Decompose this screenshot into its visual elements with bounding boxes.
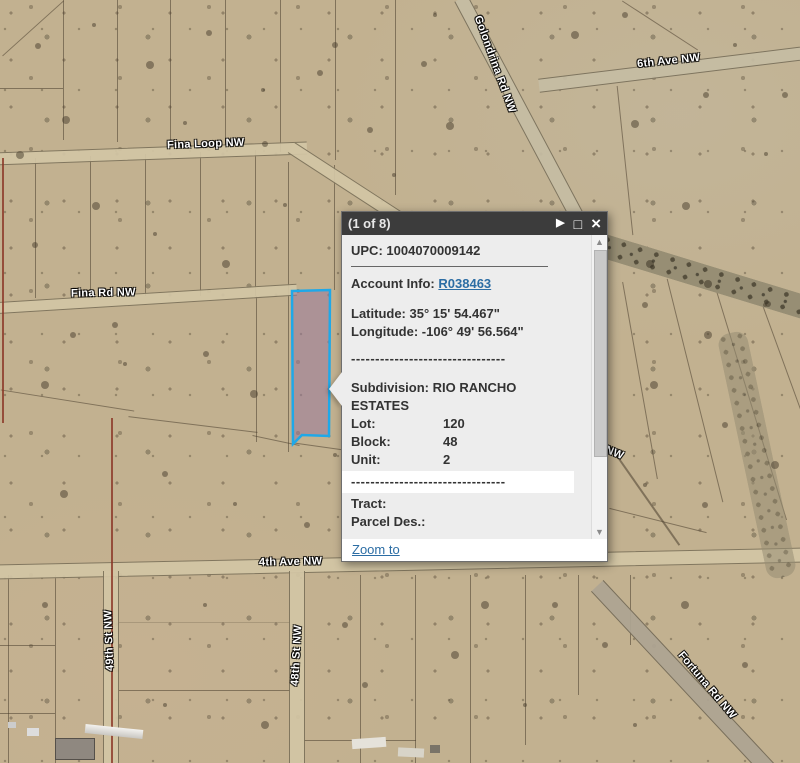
lot-value: 120 [443,415,465,433]
unit-label: Unit: [351,451,443,469]
zoom-to-link[interactable]: Zoom to [352,542,400,557]
dashed-divider-white: -------------------------------- [342,471,574,493]
block-label: Block: [351,433,443,451]
dashed-divider: -------------------------------- [351,350,548,368]
popup-scrollbar[interactable]: ▲ ▼ [591,235,607,539]
popup-content: UPC: 1004070009142 Account Info: R038463… [342,235,574,561]
popup-body: UPC: 1004070009142 Account Info: R038463… [342,235,607,561]
subdivision-row: Subdivision: RIO RANCHO ESTATES [351,379,548,415]
longitude-row: Longitude: -106° 49' 56.564" [351,323,548,341]
popup-pager-label: (1 of 8) [348,216,547,231]
longitude-value: -106° 49' 56.564" [422,324,524,339]
lot-row: Lot: 120 [351,415,548,433]
subdivision-label: Subdivision: [351,380,429,395]
next-feature-icon[interactable]: ▶ [556,218,564,229]
account-row: Account Info: R038463 [351,275,548,293]
upc-row: UPC: 1004070009142 [351,242,548,260]
scroll-down-icon[interactable]: ▼ [592,527,607,537]
upc-value: 1004070009142 [386,243,480,258]
selected-parcel[interactable] [292,290,330,444]
parcel-info-popup: (1 of 8) ▶ □ × UPC: 1004070009142 Accoun… [341,211,608,562]
latitude-row: Latitude: 35° 15' 54.467" [351,305,548,323]
account-label: Account Info: [351,276,435,291]
lot-label: Lot: [351,415,443,433]
maximize-icon[interactable]: □ [574,217,582,231]
scroll-up-icon[interactable]: ▲ [592,237,607,247]
map-canvas[interactable]: Fina Loop NW Fina Rd NW 6th Ave NW Golon… [0,0,800,763]
tract-label: Tract: [351,495,548,513]
popup-footer: Zoom to [342,539,607,561]
longitude-label: Longitude: [351,324,418,339]
latitude-label: Latitude: [351,306,406,321]
popup-pointer [329,372,342,406]
unit-row: Unit: 2 [351,451,548,469]
block-row: Block: 48 [351,433,548,451]
account-link[interactable]: R038463 [438,276,491,291]
unit-value: 2 [443,451,450,469]
popup-header: (1 of 8) ▶ □ × [342,212,607,235]
upc-label: UPC: [351,243,383,258]
close-icon[interactable]: × [591,215,601,232]
divider-line [351,266,548,267]
latitude-value: 35° 15' 54.467" [410,306,500,321]
scrollbar-thumb[interactable] [594,250,607,457]
parcel-des-label: Parcel Des.: [351,513,548,531]
block-value: 48 [443,433,457,451]
